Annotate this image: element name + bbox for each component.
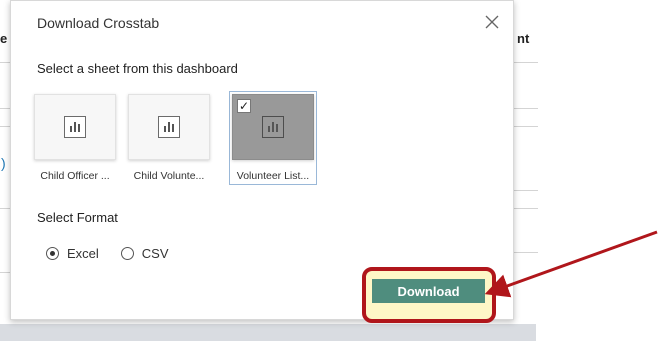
sheet-name: Volunteer List... (236, 170, 310, 182)
format-option-label: Excel (67, 246, 99, 261)
background-row-divider (514, 108, 538, 109)
format-label: Select Format (37, 210, 118, 225)
radio-unchecked-icon (120, 247, 134, 260)
background-row-divider (514, 208, 538, 209)
background-row-divider (0, 62, 10, 63)
background-row-divider (514, 252, 538, 253)
sheet-prompt-label: Select a sheet from this dashboard (37, 61, 238, 76)
background-row-divider (0, 272, 10, 273)
background-header-fragment-right: nt (517, 31, 530, 46)
checkmark-icon: ✓ (237, 99, 251, 113)
sheet-option-child-officer[interactable]: Child Officer ... (34, 94, 116, 182)
format-options: Excel CSV (46, 246, 191, 261)
background-row-divider (514, 190, 538, 191)
dialog-title: Download Crosstab (37, 15, 160, 31)
bar-chart-icon (262, 116, 284, 138)
format-option-csv[interactable]: CSV (120, 246, 169, 261)
background-row-divider (0, 208, 10, 209)
sheet-thumbnail: ✓ (232, 94, 314, 160)
background-footer-bar (0, 324, 536, 341)
background-header-fragment-left: e (0, 31, 8, 46)
background-row-divider (0, 108, 10, 109)
radio-checked-icon (46, 247, 59, 260)
format-option-label: CSV (141, 246, 169, 261)
sheet-option-volunteer-list[interactable]: ✓ Volunteer List... (229, 91, 317, 185)
sheet-name: Child Officer ... (40, 170, 110, 182)
format-option-excel[interactable]: Excel (46, 246, 99, 261)
sheet-option-child-volunteer[interactable]: Child Volunte... (128, 94, 210, 182)
download-button[interactable]: Download (372, 279, 485, 303)
sheet-thumbnail (34, 94, 116, 160)
background-row-divider (514, 126, 538, 127)
sheet-name: Child Volunte... (133, 170, 205, 182)
bar-chart-icon (64, 116, 86, 138)
background-row-divider (0, 126, 10, 127)
sheet-thumbnail (128, 94, 210, 160)
close-icon (485, 15, 499, 29)
bar-chart-icon (158, 116, 180, 138)
close-button[interactable] (481, 11, 503, 33)
background-row-divider (514, 62, 538, 63)
background-link-fragment: ) (1, 155, 6, 171)
